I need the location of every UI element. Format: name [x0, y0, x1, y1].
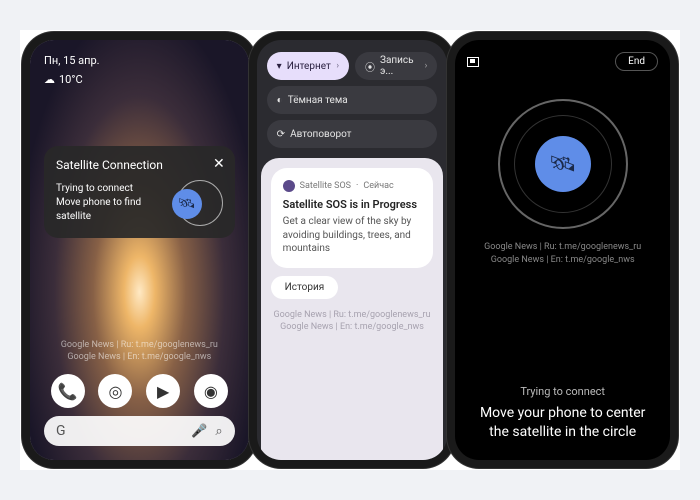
- mic-icon[interactable]: 🎤: [191, 424, 207, 439]
- chevron-right-icon: ›: [425, 61, 428, 71]
- close-icon[interactable]: ✕: [213, 156, 225, 172]
- record-icon: ⦿: [365, 59, 375, 74]
- satellite-position-dot: 🛰: [172, 189, 202, 219]
- temperature: 10°C: [59, 73, 83, 86]
- screen-record-chip[interactable]: ⦿ Запись э... ›: [355, 52, 437, 80]
- app-dock: 📞 ◎ ▶ ◉: [44, 374, 235, 408]
- end-button[interactable]: End: [615, 52, 658, 71]
- lens-icon[interactable]: ⌕: [215, 424, 222, 439]
- satellite-icon: 🛰: [549, 152, 577, 177]
- camera-app-icon[interactable]: ◉: [194, 374, 228, 408]
- satellite-connection-card[interactable]: ✕ Satellite Connection Trying to connect…: [44, 146, 235, 238]
- moon-icon: ◐: [277, 95, 283, 106]
- chrome-app-icon[interactable]: ◎: [98, 374, 132, 408]
- wifi-icon: ▾: [277, 61, 282, 72]
- auto-rotate-chip[interactable]: ⟳ Автоповорот: [267, 120, 438, 148]
- aim-satellite-dot: 🛰: [535, 136, 591, 192]
- watermark: Google News | Ru: t.me/googlenews_ru Goo…: [271, 309, 434, 334]
- watermark: Google News | Ru: t.me/googlenews_ru Goo…: [44, 339, 235, 364]
- satellite-aim-phone: End 🛰 Google News | Ru: t.me/googlenews_…: [455, 40, 670, 460]
- card-text: Trying to connect Move phone to find sat…: [56, 182, 169, 224]
- aim-ring: 🛰: [498, 99, 628, 229]
- notification-title: Satellite SOS is in Progress: [283, 198, 422, 211]
- cloud-icon: ☁: [44, 73, 55, 86]
- app-icon: [283, 180, 295, 192]
- google-g-icon: G: [56, 423, 66, 439]
- dark-theme-chip[interactable]: ◐ Тёмная тема: [267, 86, 438, 114]
- notification-panel: Satellite SOS · Сейчас Satellite SOS is …: [261, 158, 444, 460]
- instruction-text: Move your phone to center the satellite …: [467, 404, 658, 448]
- pip-icon: [467, 57, 479, 67]
- watermark: Google News | Ru: t.me/googlenews_ru Goo…: [484, 241, 641, 266]
- satellite-icon: 🛰: [178, 196, 196, 212]
- history-button[interactable]: История: [271, 276, 339, 299]
- search-bar[interactable]: G 🎤 ⌕: [44, 416, 235, 446]
- notification-body: Get a clear view of the sky by avoiding …: [283, 215, 422, 256]
- notification-header: Satellite SOS · Сейчас: [283, 180, 422, 192]
- card-title: Satellite Connection: [56, 158, 223, 172]
- homescreen-phone: Пн, 15 апр. ☁ 10°C ✕ Satellite Connectio…: [30, 40, 249, 460]
- rotate-icon: ⟳: [277, 129, 285, 140]
- status-text: Trying to connect: [520, 385, 605, 398]
- status-date: Пн, 15 апр.: [44, 54, 235, 67]
- satellite-target-ring: 🛰: [177, 180, 223, 226]
- chevron-right-icon: ›: [336, 61, 339, 71]
- quick-settings: ▾ Интернет › ⦿ Запись э... › ◐ Тёмная те…: [257, 40, 448, 156]
- phone-app-icon[interactable]: 📞: [51, 374, 85, 408]
- weather-widget[interactable]: ☁ 10°C: [44, 73, 235, 86]
- internet-chip[interactable]: ▾ Интернет ›: [267, 52, 349, 80]
- play-app-icon[interactable]: ▶: [146, 374, 180, 408]
- notification-shade-phone: ▾ Интернет › ⦿ Запись э... › ◐ Тёмная те…: [257, 40, 448, 460]
- satellite-sos-notification[interactable]: Satellite SOS · Сейчас Satellite SOS is …: [271, 168, 434, 268]
